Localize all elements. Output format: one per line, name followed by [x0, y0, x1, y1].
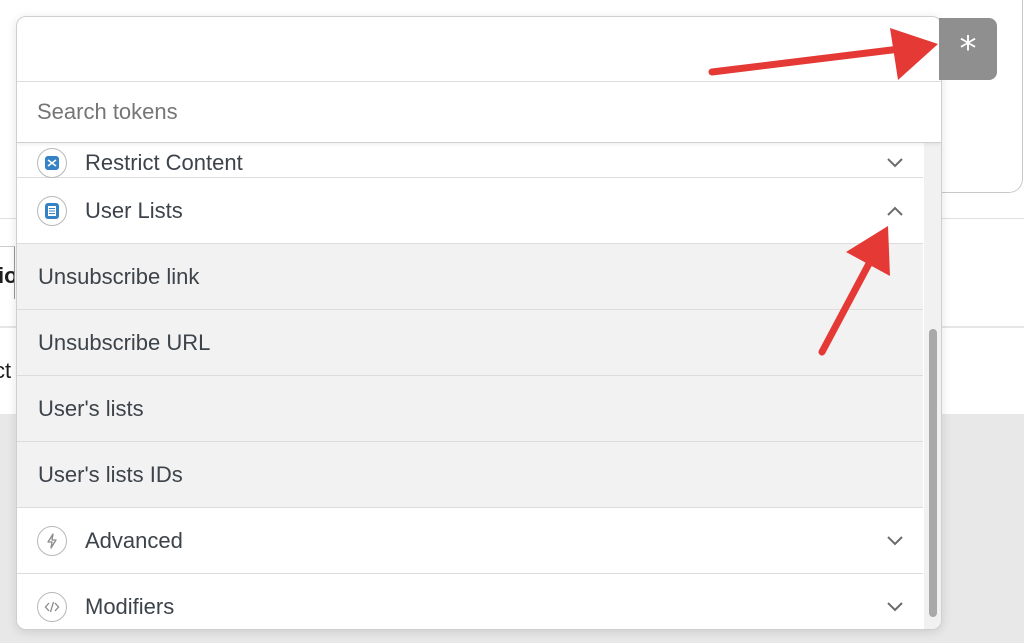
- token-popover: Restrict Content User Lists Unsubscribe …: [16, 16, 942, 630]
- insert-token-button[interactable]: *: [939, 18, 997, 80]
- chevron-down-icon[interactable]: [883, 151, 907, 175]
- token-label: Unsubscribe URL: [38, 329, 211, 355]
- group-label: Advanced: [85, 527, 183, 553]
- background-text: ct: [0, 358, 12, 383]
- chevron-down-icon[interactable]: [883, 529, 907, 553]
- lightning-icon: [37, 525, 67, 556]
- clipboard-icon: [37, 195, 67, 226]
- token-item-unsubscribe-url[interactable]: Unsubscribe URL: [17, 310, 923, 376]
- background-tab-label: io: [0, 263, 14, 289]
- token-item-unsubscribe-link[interactable]: Unsubscribe link: [17, 244, 923, 310]
- token-list: Restrict Content User Lists Unsubscribe …: [17, 143, 923, 629]
- token-label: User's lists: [38, 395, 144, 421]
- background-tab[interactable]: io: [0, 246, 15, 299]
- scrollbar[interactable]: [924, 143, 941, 629]
- token-label: Unsubscribe link: [38, 263, 200, 289]
- token-item-users-lists-ids[interactable]: User's lists IDs: [17, 442, 923, 508]
- group-label: Modifiers: [85, 593, 175, 619]
- chevron-up-icon[interactable]: [883, 199, 907, 223]
- token-field[interactable]: [17, 17, 941, 82]
- code-icon: [37, 591, 67, 622]
- group-row-restrict-content[interactable]: Restrict Content: [17, 143, 923, 178]
- scrollbar-thumb[interactable]: [929, 329, 937, 617]
- chevron-down-icon[interactable]: [883, 595, 907, 619]
- group-row-advanced[interactable]: Advanced: [17, 508, 923, 574]
- token-label: User's lists IDs: [38, 461, 183, 487]
- search-bar: [17, 82, 941, 143]
- restrict-content-icon: [37, 148, 67, 178]
- search-input[interactable]: [37, 96, 917, 128]
- group-label: User Lists: [85, 197, 183, 223]
- group-row-modifiers[interactable]: Modifiers: [17, 574, 923, 629]
- group-label: Restrict Content: [85, 150, 243, 175]
- group-row-user-lists[interactable]: User Lists: [17, 178, 923, 244]
- token-item-users-lists[interactable]: User's lists: [17, 376, 923, 442]
